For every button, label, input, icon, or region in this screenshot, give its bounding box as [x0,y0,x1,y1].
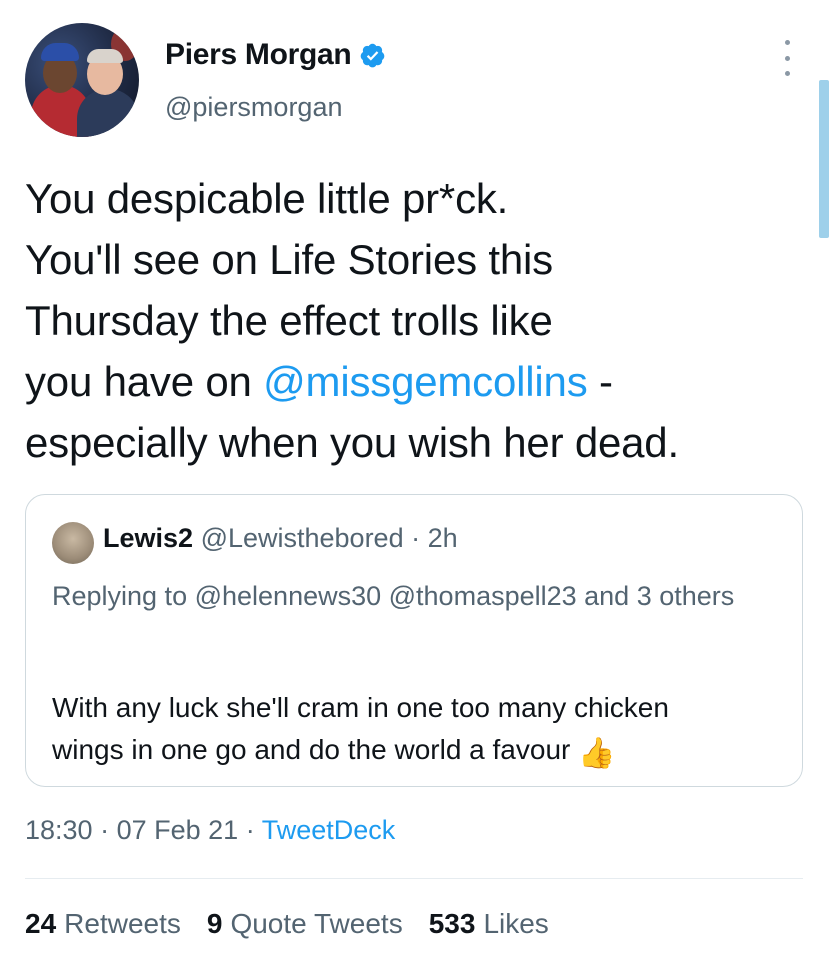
author-handle[interactable]: @piersmorgan [165,92,342,123]
verified-badge-icon [361,43,385,67]
retweets-stat[interactable]: 24 Retweets [25,908,181,940]
separator-dot: · [411,523,421,553]
tweet-text-segment: - [587,358,613,405]
quoted-tweet-line: With any luck she'll cram in one too man… [52,692,669,723]
scrollbar[interactable] [819,80,829,238]
quoted-tweet-line: wings in one go and do the world a favou… [52,729,782,775]
mention-link[interactable]: @missgemcollins [263,358,588,405]
tweet-time: 18:30 [25,815,93,845]
tweet-text: You despicable little pr*ck. You'll see … [25,168,795,473]
tweet-date: 07 Feb 21 [116,815,239,845]
thumbs-up-icon: 👍 [578,737,616,770]
quoted-author-handle[interactable]: @Lewisthebored [201,523,404,553]
tweet-line: Thursday the effect trolls like [25,297,553,344]
quoted-tweet-time: 2h [427,523,458,553]
author-name[interactable]: Piers Morgan [165,38,352,72]
tweet-stats: 24 Retweets 9 Quote Tweets 533 Likes [25,908,549,940]
quoted-tweet-text-segment: wings in one go and do the world a favou… [52,734,571,765]
likes-label: Likes [483,908,549,939]
separator-dot: · [100,815,110,845]
more-options-icon[interactable] [777,40,797,76]
likes-count: 533 [428,908,476,939]
tweet-line: you have on @missgemcollins - [25,351,795,412]
separator-dot: · [245,815,255,845]
quote-tweets-stat[interactable]: 9 Quote Tweets [207,908,403,940]
tweet-line: You'll see on Life Stories this [25,236,553,283]
likes-stat[interactable]: 533 Likes [429,908,549,940]
quote-tweets-count: 9 [206,908,223,939]
quote-tweets-label: Quote Tweets [230,908,403,939]
tweet-line: especially when you wish her dead. [25,419,679,466]
quoted-tweet-card[interactable]: Lewis2 @Lewisthebored · 2h Replying to @… [25,494,803,787]
quoted-tweet-body: With any luck she'll cram in one too man… [52,687,782,775]
author-name-row[interactable]: Piers Morgan [165,38,386,72]
retweets-label: Retweets [64,908,181,939]
quoted-tweet-header: Lewis2 @Lewisthebored · 2h [103,523,458,554]
quoted-author-avatar[interactable] [52,522,94,564]
tweet-source-link[interactable]: TweetDeck [262,815,396,845]
tweet-text-segment: you have on [25,358,264,405]
divider [25,878,803,879]
tweet-meta: 18:30 · 07 Feb 21 · TweetDeck [25,815,395,846]
retweets-count: 24 [25,908,57,939]
replying-to-text: Replying to @helennews30 @thomaspell23 a… [52,575,772,617]
author-avatar[interactable] [25,23,139,137]
replying-to-prefix: Replying to [52,581,195,611]
replying-to-users[interactable]: @helennews30 @thomaspell23 and 3 others [195,581,735,611]
tweet-line: You despicable little pr*ck. [25,175,509,222]
quoted-author-name[interactable]: Lewis2 [103,523,193,553]
